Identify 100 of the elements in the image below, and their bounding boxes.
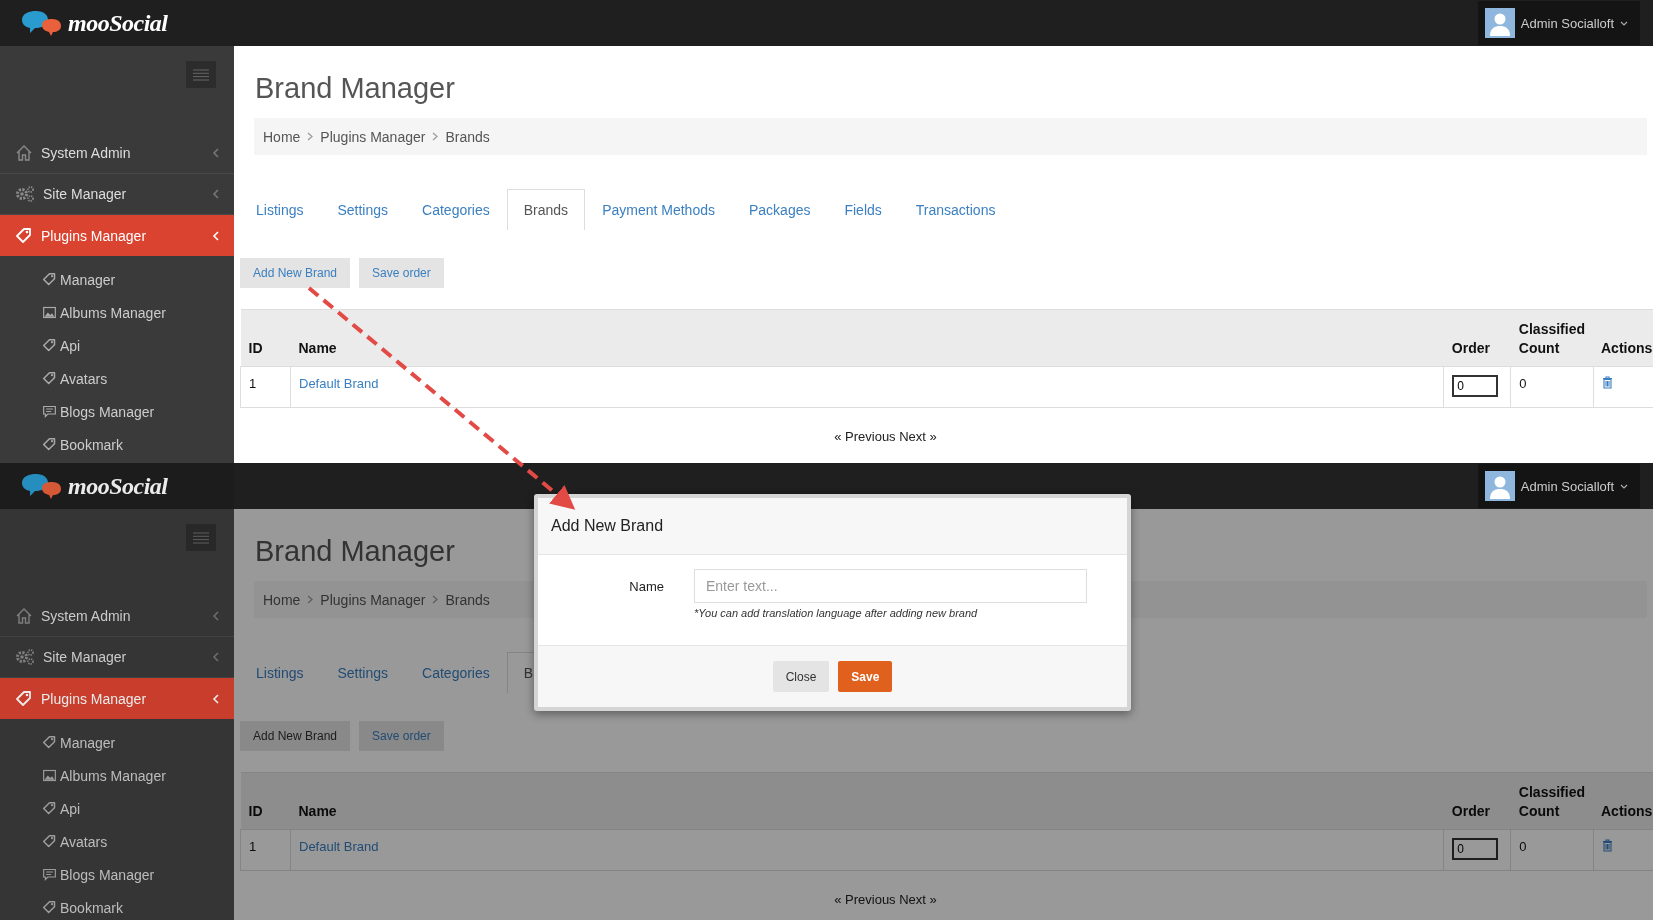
sidebar-item[interactable]: Plugins Manager [0, 678, 234, 719]
breadcrumb-link[interactable]: Brands [445, 591, 490, 608]
home-icon [15, 607, 33, 625]
sidebar-subitem[interactable]: Bookmark [0, 891, 234, 920]
logo-icon [20, 10, 62, 36]
column-header: ID [240, 309, 291, 367]
trash-icon[interactable] [1601, 839, 1613, 852]
sidebar-subitem[interactable]: Bookmark [0, 428, 234, 461]
gears-icon [15, 648, 35, 666]
tab[interactable]: Transactions [898, 189, 1013, 230]
table-cell: 0 [1510, 366, 1593, 408]
sidebar-subitem[interactable]: Manager [0, 263, 234, 296]
image-icon [42, 768, 57, 783]
logo-text: mooSocial [68, 9, 168, 37]
sidebar-subitem[interactable]: Avatars [0, 362, 234, 395]
chevron-icon [212, 230, 220, 241]
add-button[interactable]: Add New Brand [240, 258, 351, 288]
save-order-button[interactable]: Save order [359, 258, 444, 288]
order-input[interactable]: 0 [1452, 375, 1499, 397]
chevron-icon [432, 132, 439, 141]
chevron-icon [212, 189, 220, 199]
column-header: ID [240, 772, 291, 830]
tab[interactable]: Packages [731, 189, 828, 230]
menu-toggle-button[interactable] [186, 61, 216, 88]
field-label: Name [629, 579, 664, 594]
sidebar-subitem[interactable]: Api [0, 792, 234, 825]
sidebar-subitem[interactable]: Avatars [0, 825, 234, 858]
table-cell: 1 [240, 829, 291, 871]
tag-icon [42, 272, 57, 287]
image-icon [42, 305, 57, 320]
sidebar-subitem[interactable]: Albums Manager [0, 296, 234, 329]
breadcrumb-link[interactable]: Home [263, 591, 301, 608]
close-button[interactable]: Close [772, 661, 830, 692]
menu-icon [193, 68, 209, 81]
chevron-icon [307, 595, 314, 604]
column-header: Name [290, 772, 1444, 830]
column-header: Actions [1593, 309, 1653, 367]
column-header: Order [1443, 772, 1511, 830]
order-input[interactable]: 0 [1452, 838, 1499, 860]
sidebar-subitem[interactable]: Blogs Manager [0, 858, 234, 891]
pagination[interactable]: « Previous Next » [834, 892, 937, 907]
tab[interactable]: Payment Methods [585, 189, 732, 230]
table-cell: 1 [240, 366, 291, 408]
tag-icon [42, 371, 57, 386]
home-icon [15, 144, 33, 162]
caret-icon [1620, 483, 1628, 489]
chevron-icon [212, 693, 220, 704]
sidebar-subitem[interactable]: Manager [0, 726, 234, 759]
tab[interactable]: Fields [827, 189, 899, 230]
breadcrumb-link[interactable]: Plugins Manager [320, 591, 426, 608]
column-header: Classified Count [1510, 772, 1593, 830]
comment-icon [42, 867, 57, 882]
user-menu[interactable]: Admin Socialloft [1477, 1, 1640, 45]
tag-icon [42, 801, 57, 816]
save-button[interactable]: Save [838, 661, 893, 692]
chevron-icon [212, 148, 220, 158]
logo-text: mooSocial [68, 472, 168, 500]
sidebar-subitem[interactable]: Blogs Manager [0, 395, 234, 428]
logo-icon [20, 473, 62, 499]
comment-icon [42, 404, 57, 419]
column-header: Name [290, 309, 1444, 367]
tag-icon [42, 437, 57, 452]
breadcrumb-link[interactable]: Brands [445, 128, 490, 145]
name-input[interactable]: Enter text... [694, 569, 1087, 603]
tab[interactable]: Brands [506, 189, 586, 230]
chevron-icon [212, 611, 220, 621]
sidebar-subitem[interactable]: Api [0, 329, 234, 362]
hint-text: *You can add translation language after adding new brand [694, 607, 979, 619]
chevron-icon [432, 595, 439, 604]
pagination[interactable]: « Previous Next » [834, 429, 937, 444]
column-header: Classified Count [1510, 309, 1593, 367]
column-header: Order [1443, 309, 1511, 367]
column-header: Actions [1593, 772, 1653, 830]
breadcrumb-link[interactable]: Home [263, 128, 301, 145]
chevron-icon [212, 652, 220, 662]
tag-icon [42, 338, 57, 353]
tab[interactable]: Settings [320, 189, 406, 230]
brand-link[interactable]: Default Brand [299, 376, 379, 391]
sidebar-subitem[interactable]: Albums Manager [0, 759, 234, 792]
tag-icon [42, 834, 57, 849]
tag-icon [15, 226, 33, 245]
chevron-icon [307, 132, 314, 141]
user-menu[interactable]: Admin Socialloft [1477, 464, 1640, 508]
page-title: Brand Manager [255, 71, 456, 106]
table-cell: 0 [1510, 829, 1593, 871]
modal-title: Add New Brand [551, 517, 664, 535]
caret-icon [1620, 20, 1628, 26]
tag-icon [42, 900, 57, 915]
breadcrumb-link[interactable]: Plugins Manager [320, 128, 426, 145]
tag-icon [15, 689, 33, 708]
tab[interactable]: Categories [405, 189, 507, 230]
add-button[interactable]: Add New Brand [240, 721, 351, 751]
trash-icon[interactable] [1601, 376, 1613, 389]
gears-icon [15, 185, 35, 203]
tag-icon [42, 735, 57, 750]
menu-toggle-button[interactable] [186, 524, 216, 551]
tab[interactable]: Listings [239, 189, 321, 230]
menu-icon [193, 531, 209, 544]
sidebar-item[interactable]: Plugins Manager [0, 215, 234, 256]
page-title: Brand Manager [255, 534, 456, 569]
